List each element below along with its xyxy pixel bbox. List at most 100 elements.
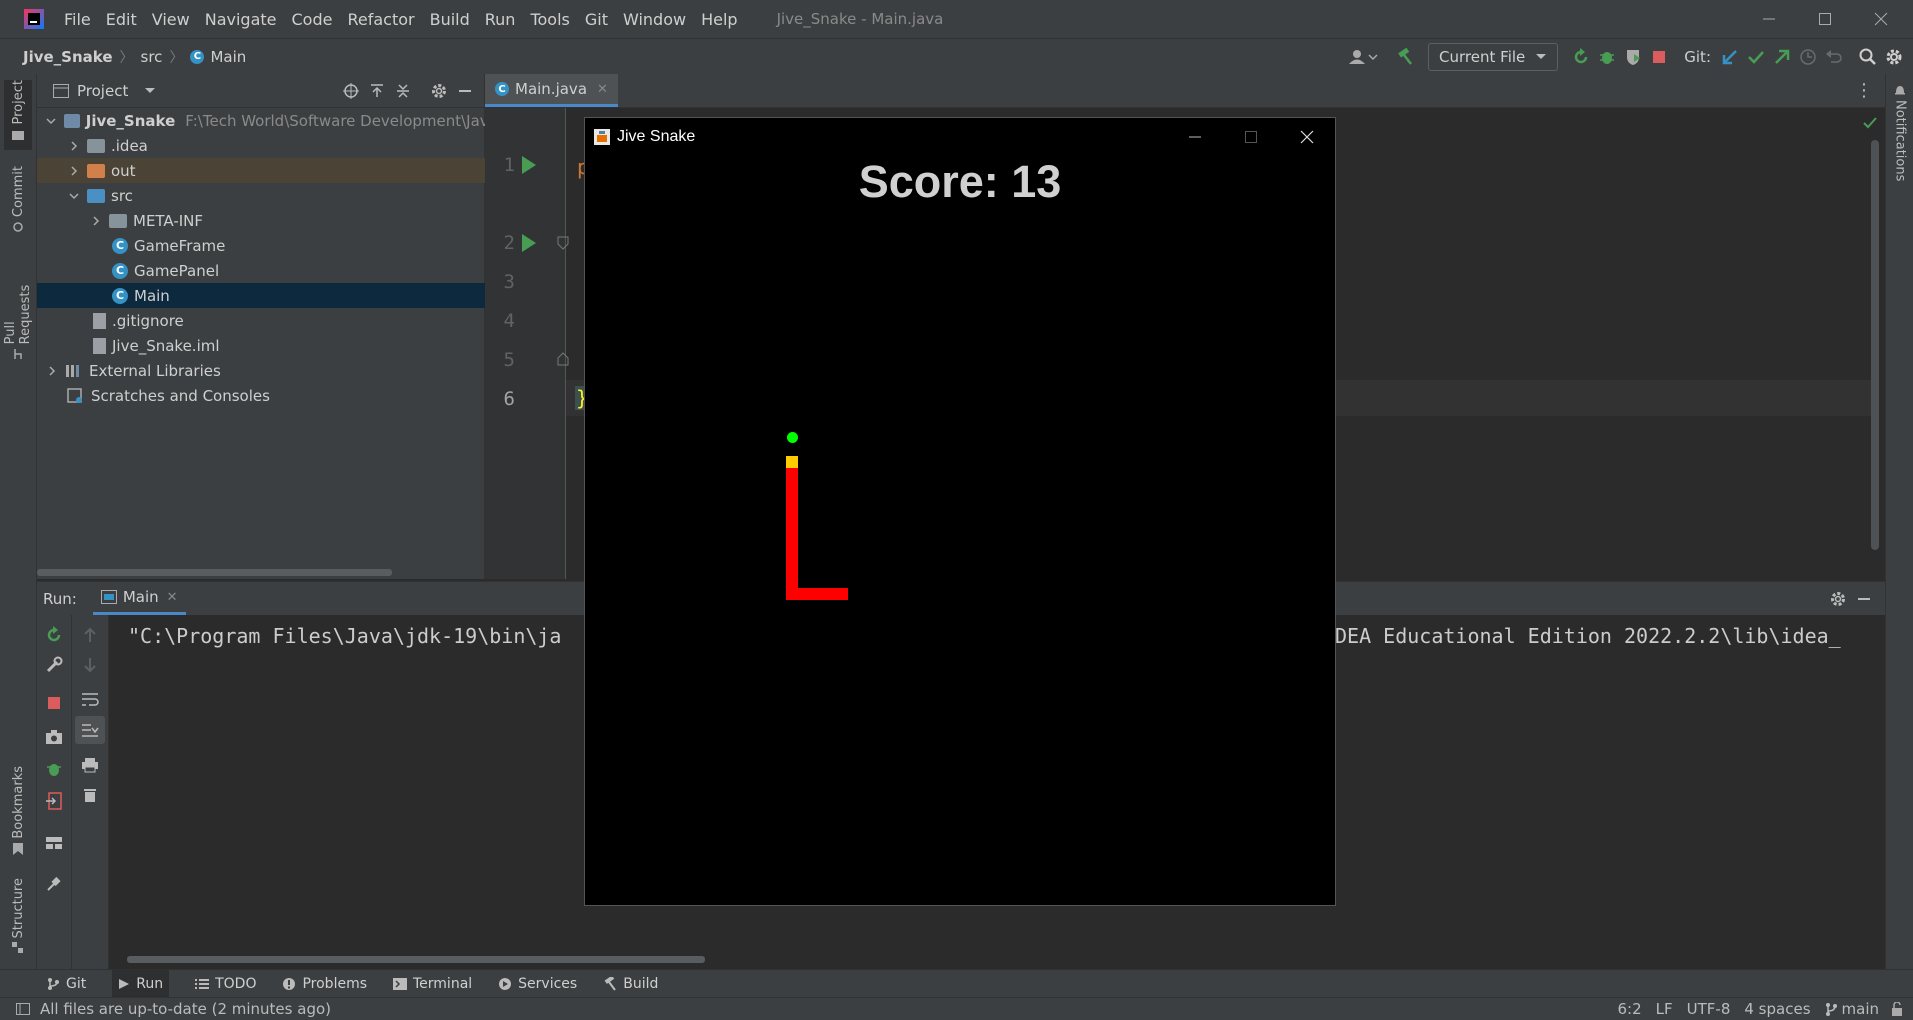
horizontal-scrollbar[interactable] xyxy=(37,569,392,576)
run-tab-main[interactable]: Main ✕ xyxy=(92,582,186,615)
git-branch[interactable]: main xyxy=(1842,1000,1879,1018)
chevron-down-icon[interactable] xyxy=(144,87,156,95)
fold-icon[interactable] xyxy=(557,352,569,366)
bottom-tab-terminal[interactable]: Terminal xyxy=(393,976,472,992)
chevron-right-icon[interactable] xyxy=(45,364,59,378)
tree-item-scratches[interactable]: Scratches and Consoles xyxy=(37,383,514,408)
run-gutter-icon[interactable] xyxy=(522,156,536,174)
game-board[interactable]: Score: 13 xyxy=(585,156,1335,905)
expand-all-button[interactable] xyxy=(364,78,390,104)
tree-item-meta-inf[interactable]: META-INF xyxy=(37,208,536,233)
menu-build[interactable]: Build xyxy=(430,10,470,29)
git-push-button[interactable] xyxy=(1769,44,1795,70)
game-window-titlebar[interactable]: Jive Snake xyxy=(585,118,1335,156)
menu-file[interactable]: File xyxy=(64,10,91,29)
tool-tab-structure[interactable]: Structure xyxy=(4,878,32,962)
exit-button[interactable] xyxy=(41,788,67,814)
breadcrumb-main[interactable]: Main xyxy=(210,48,246,66)
close-tab-icon[interactable]: ✕ xyxy=(597,82,608,97)
profile-button[interactable] xyxy=(1346,44,1380,70)
maximize-button[interactable] xyxy=(1797,0,1853,38)
scroll-down-button[interactable] xyxy=(77,652,103,678)
tree-item-external-libraries[interactable]: External Libraries xyxy=(37,358,492,383)
build-button[interactable] xyxy=(1392,44,1418,70)
chevron-down-icon[interactable] xyxy=(45,114,58,128)
tree-item-idea[interactable]: .idea xyxy=(37,133,514,158)
run-gutter-icon[interactable] xyxy=(522,234,536,252)
game-minimize-button[interactable] xyxy=(1167,118,1223,156)
caret-position[interactable]: 6:2 xyxy=(1618,1000,1642,1018)
bottom-tab-build[interactable]: Build xyxy=(603,976,658,992)
close-window-button[interactable] xyxy=(1853,0,1909,38)
more-tabs-icon[interactable]: ⋮ xyxy=(1855,81,1873,100)
search-button[interactable] xyxy=(1855,44,1881,70)
run-config-select[interactable]: Current File xyxy=(1428,42,1559,71)
tree-item-src[interactable]: src xyxy=(37,183,514,208)
tool-tab-pull-requests[interactable]: Pull Requests xyxy=(3,260,33,360)
game-maximize-button[interactable] xyxy=(1223,118,1279,156)
tree-item-gamepanel[interactable]: C GamePanel xyxy=(37,258,559,283)
bottom-tab-services[interactable]: Services xyxy=(498,976,577,992)
thread-dump-button[interactable] xyxy=(41,724,67,750)
chevron-right-icon[interactable] xyxy=(67,139,81,153)
hide-run-panel-button[interactable] xyxy=(1851,586,1877,612)
hide-panel-button[interactable] xyxy=(452,78,478,104)
scroll-up-button[interactable] xyxy=(77,622,103,648)
game-close-button[interactable] xyxy=(1279,118,1335,156)
settings-button[interactable] xyxy=(1881,44,1907,70)
locate-file-button[interactable] xyxy=(338,78,364,104)
tool-tab-bookmarks[interactable]: Bookmarks xyxy=(4,766,32,858)
close-tab-icon[interactable]: ✕ xyxy=(167,590,178,605)
unlock-icon[interactable] xyxy=(1891,1002,1903,1016)
bottom-tab-todo[interactable]: TODO xyxy=(195,976,256,992)
stop-button[interactable] xyxy=(41,690,67,716)
stop-button[interactable] xyxy=(1646,44,1672,70)
coverage-button[interactable] xyxy=(1620,44,1646,70)
minimize-button[interactable] xyxy=(1741,0,1797,38)
tab-main-java[interactable]: C Main.java ✕ xyxy=(485,74,618,107)
git-history-button[interactable] xyxy=(1795,44,1821,70)
rerun-button[interactable] xyxy=(41,622,67,648)
vertical-scrollbar[interactable] xyxy=(1871,140,1879,550)
chevron-down-icon[interactable] xyxy=(67,189,81,203)
debug-button[interactable] xyxy=(1594,44,1620,70)
clear-console-button[interactable] xyxy=(77,782,103,808)
chevron-right-icon[interactable] xyxy=(89,214,103,228)
chevron-right-icon[interactable] xyxy=(67,164,81,178)
project-panel-title[interactable]: Project xyxy=(77,82,128,100)
collapse-all-button[interactable] xyxy=(390,78,416,104)
menu-git[interactable]: Git xyxy=(585,10,608,29)
menu-run[interactable]: Run xyxy=(485,10,516,29)
menu-window[interactable]: Window xyxy=(623,10,686,29)
edit-config-button[interactable] xyxy=(41,652,67,678)
menu-help[interactable]: Help xyxy=(701,10,737,29)
console-horizontal-scrollbar[interactable] xyxy=(127,956,705,963)
tree-item-gameframe[interactable]: C GameFrame xyxy=(37,233,559,258)
fold-icon[interactable] xyxy=(557,236,569,250)
git-commit-button[interactable] xyxy=(1743,44,1769,70)
bottom-tab-problems[interactable]: Problems xyxy=(282,976,367,992)
git-update-button[interactable] xyxy=(1717,44,1743,70)
panel-toggle-icon[interactable] xyxy=(16,1003,30,1015)
menu-navigate[interactable]: Navigate xyxy=(205,10,277,29)
tree-item-main[interactable]: C Main xyxy=(37,283,559,308)
file-encoding[interactable]: UTF-8 xyxy=(1687,1000,1731,1018)
status-message[interactable]: All files are up-to-date (2 minutes ago) xyxy=(40,1000,331,1018)
tool-tab-notifications[interactable]: Notifications xyxy=(1886,84,1913,194)
pin-button[interactable] xyxy=(41,871,67,897)
project-options-button[interactable] xyxy=(426,78,452,104)
layout-button[interactable] xyxy=(41,830,67,856)
menu-refactor[interactable]: Refactor xyxy=(347,10,414,29)
breadcrumb-project[interactable]: Jive_Snake xyxy=(23,48,113,66)
tree-item-out[interactable]: out xyxy=(37,158,514,183)
menu-tools[interactable]: Tools xyxy=(530,10,569,29)
line-separator[interactable]: LF xyxy=(1656,1000,1673,1018)
scroll-to-end-button[interactable] xyxy=(75,716,105,744)
menu-view[interactable]: View xyxy=(152,10,190,29)
soft-wrap-button[interactable] xyxy=(77,686,103,712)
tool-tab-commit[interactable]: Commit xyxy=(4,166,32,236)
tree-item-gitignore[interactable]: .gitignore xyxy=(37,308,540,333)
tool-tab-project[interactable]: Project xyxy=(4,80,32,150)
indent-setting[interactable]: 4 spaces xyxy=(1744,1000,1810,1018)
tree-root-jive-snake[interactable]: Jive_Snake F:\Tech World\Software Develo… xyxy=(37,108,492,133)
